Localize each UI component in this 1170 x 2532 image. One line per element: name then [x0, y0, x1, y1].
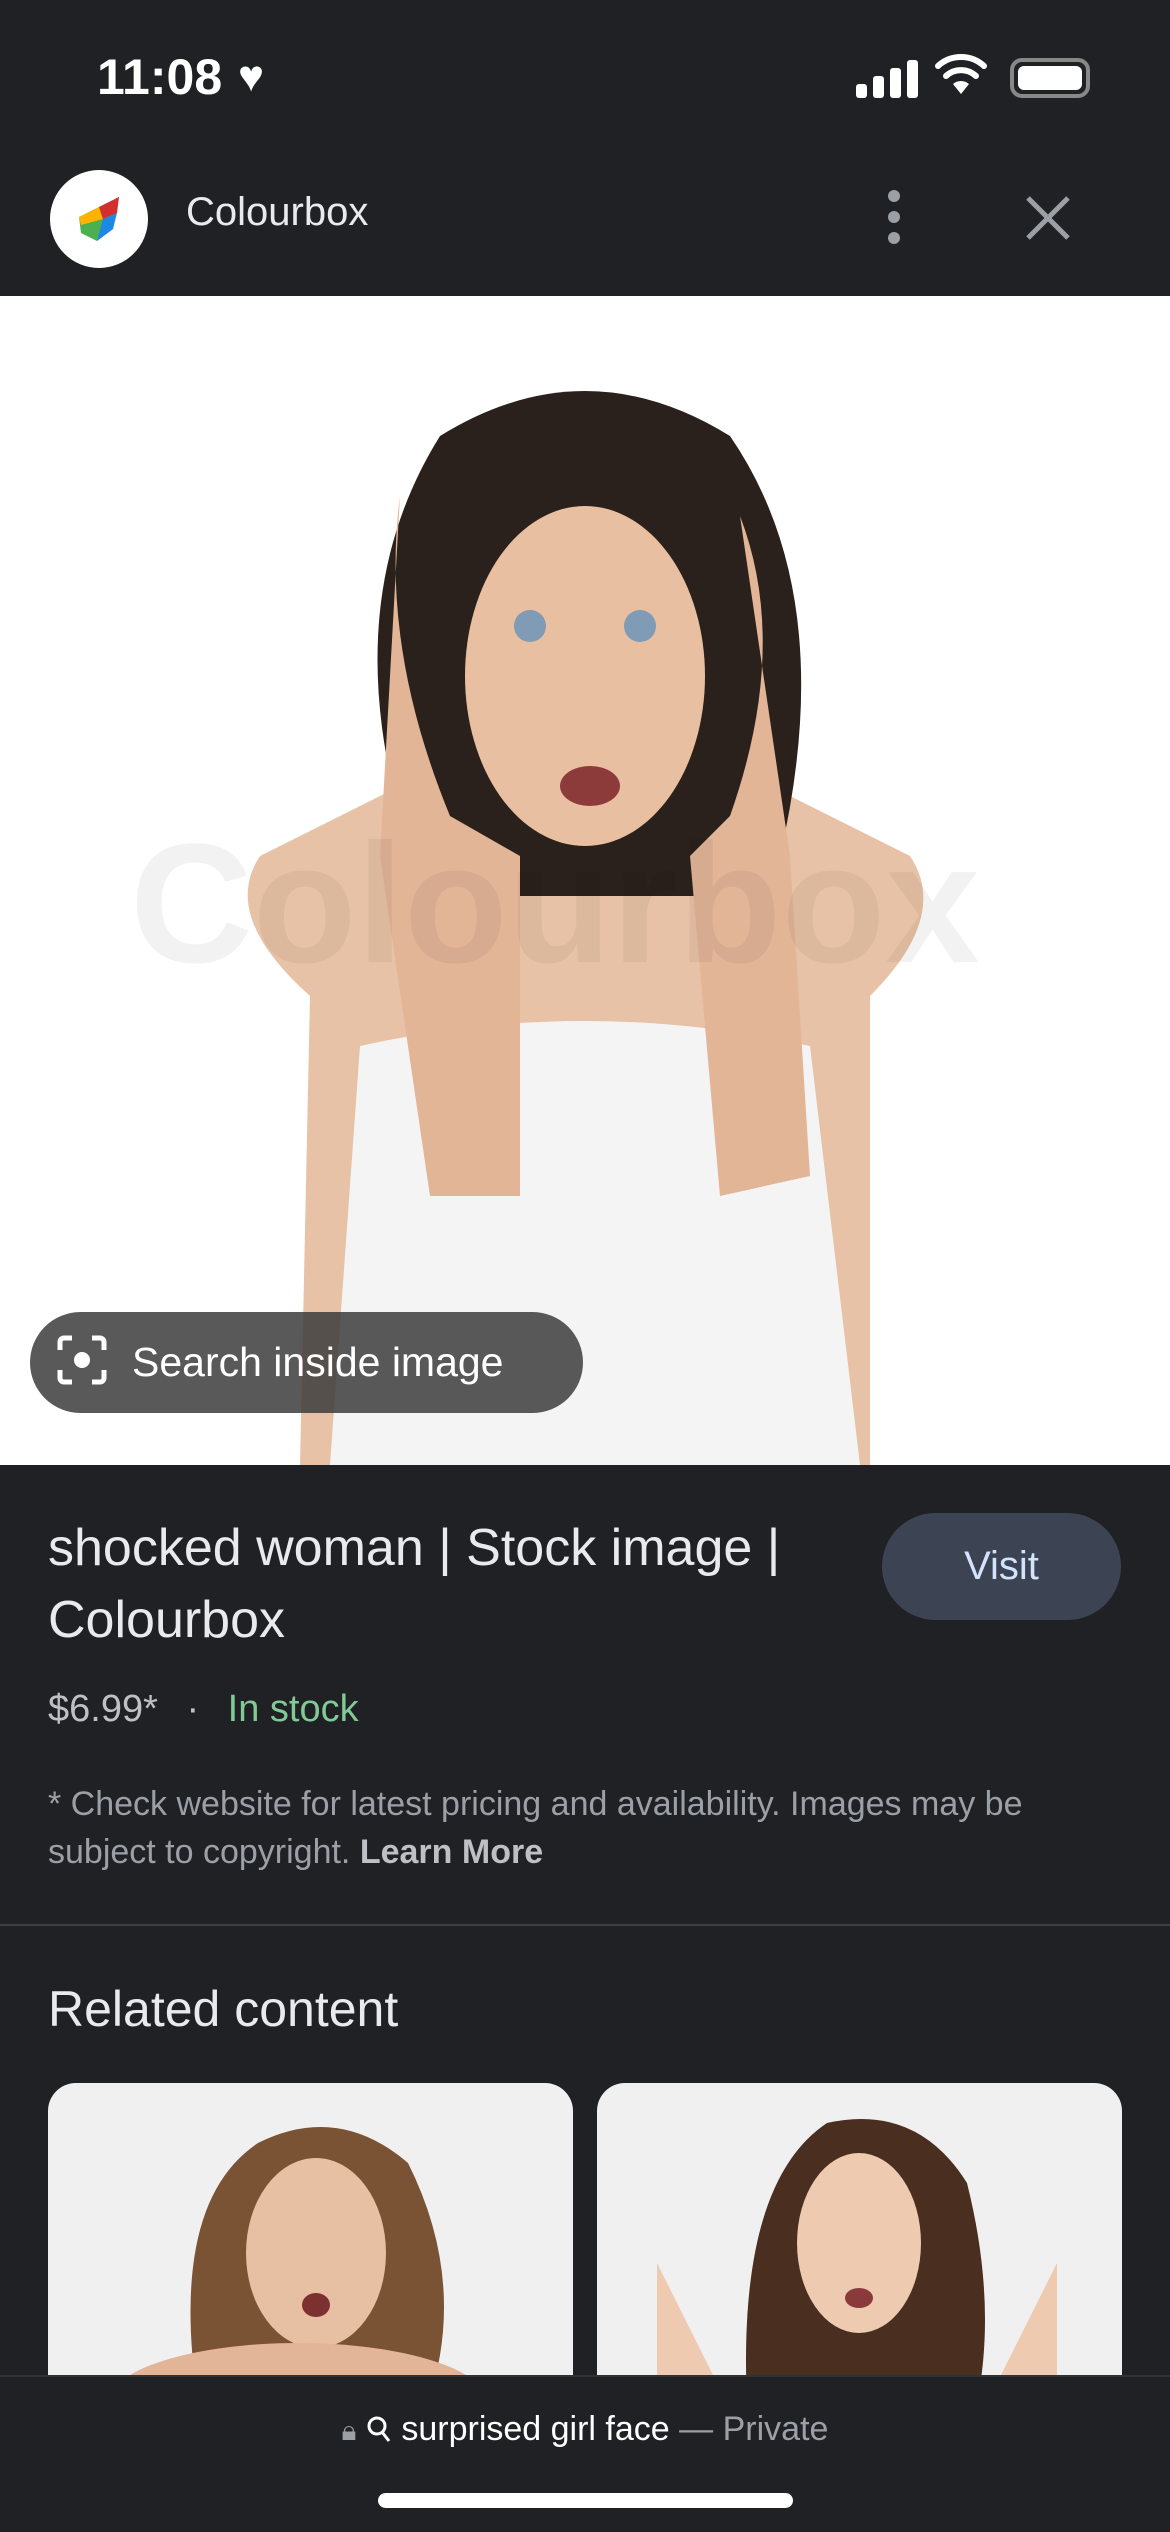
lens-icon: [56, 1334, 108, 1391]
related-thumbnail: [108, 2127, 488, 2403]
cellular-signal-icon: [856, 60, 918, 98]
bottom-bar: [0, 2375, 1170, 2532]
status-time: 11:08: [97, 49, 223, 105]
close-icon[interactable]: [1020, 190, 1076, 251]
heart-icon: ♥: [238, 52, 265, 101]
wifi-icon: [934, 52, 988, 101]
lock-icon: 🔒︎: [341, 2415, 357, 2446]
battery-icon: [1010, 58, 1090, 98]
colourbox-logo-icon[interactable]: [50, 170, 148, 268]
more-vertical-icon[interactable]: [888, 190, 900, 244]
price-row: $6.99* · In stock: [48, 1688, 359, 1731]
related-card[interactable]: [597, 2083, 1122, 2403]
home-indicator[interactable]: [378, 2493, 793, 2508]
search-query: surprised girl face: [401, 2410, 670, 2448]
search-icon: [366, 2410, 392, 2448]
main-image[interactable]: Colourbox: [0, 296, 1170, 1465]
visit-button[interactable]: Visit: [882, 1513, 1121, 1620]
search-inside-image-label: Search inside image: [132, 1339, 504, 1385]
related-heading: Related content: [48, 1981, 399, 2037]
separator: ·: [186, 1688, 200, 1730]
related-card[interactable]: [48, 2083, 573, 2403]
site-name: Colourbox: [186, 190, 369, 234]
result-title[interactable]: shocked woman | Stock image | Colourbox: [48, 1512, 848, 1656]
private-mode-label: Private: [722, 2410, 829, 2448]
divider: [0, 1924, 1170, 1926]
search-query-bar[interactable]: 🔒︎ surprised girl face — Private: [0, 2410, 1170, 2449]
availability: In stock: [227, 1688, 359, 1730]
related-thumbnail: [657, 2119, 1057, 2403]
watermark: Colourbox: [130, 809, 980, 999]
learn-more-link[interactable]: Learn More: [360, 1833, 543, 1871]
search-inside-image-button[interactable]: Search inside image: [30, 1312, 583, 1413]
dash: —: [679, 2410, 714, 2448]
disclaimer: * Check website for latest pricing and a…: [48, 1780, 1128, 1876]
price: $6.99*: [48, 1688, 158, 1730]
